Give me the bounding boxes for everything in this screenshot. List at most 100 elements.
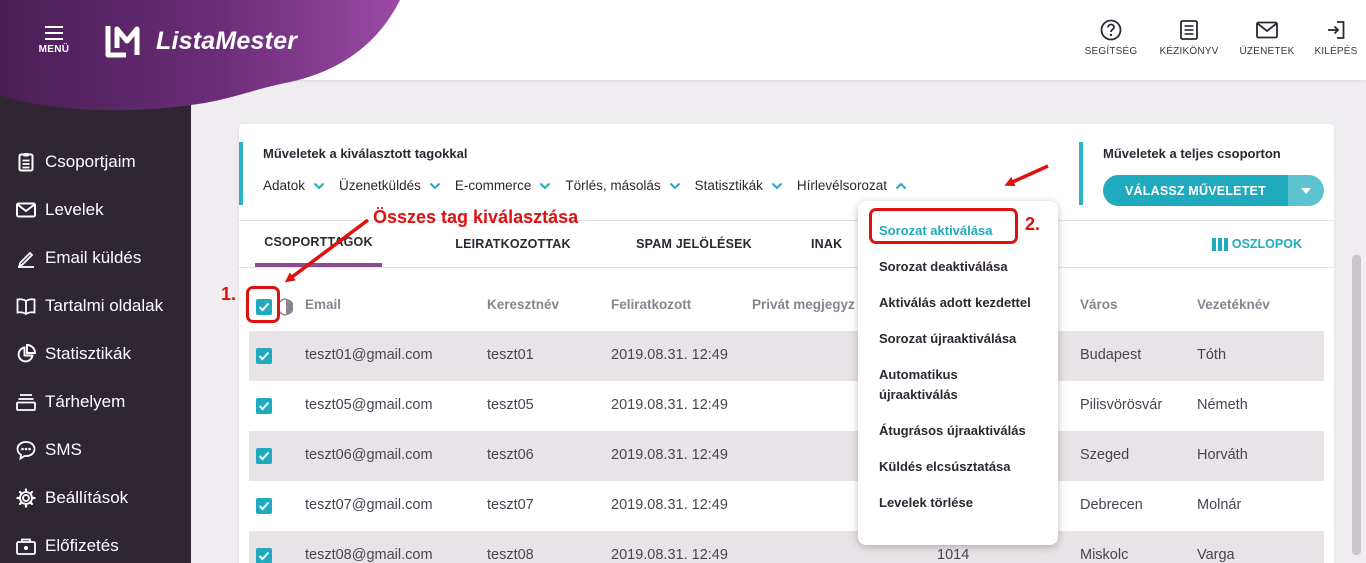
table-row[interactable]: teszt01@gmail.com teszt01 2019.08.31. 12… xyxy=(249,331,1324,381)
ops-item-statisztikak[interactable]: Statisztikák xyxy=(695,178,783,193)
envelope-icon xyxy=(16,200,36,220)
choose-operation-dropdown[interactable] xyxy=(1287,175,1324,206)
menu-item-sorozat-ujraaktivalasa[interactable]: Sorozat újraaktiválása xyxy=(858,321,1058,357)
checkmark-icon xyxy=(258,501,270,511)
ops-item-torles-masolas[interactable]: Törlés, másolás xyxy=(565,178,680,193)
manual-icon xyxy=(1150,18,1228,42)
choose-operation-label: VÁLASSZ MŰVELETET xyxy=(1103,175,1288,206)
menu-item-kuldes-elcsusztatasa[interactable]: Küldés elcsúsztatása xyxy=(858,449,1058,485)
manual-button[interactable]: KÉZIKÖNYV xyxy=(1150,18,1228,57)
menu-label: MENÜ xyxy=(38,44,70,55)
sidebar-item-sms[interactable]: SMS xyxy=(0,426,191,474)
cell-city: Budapest xyxy=(1080,347,1142,363)
menu-item-levelek-torlese[interactable]: Levelek törlése xyxy=(858,485,1058,521)
table-row[interactable]: teszt05@gmail.com teszt05 2019.08.31. 12… xyxy=(249,381,1324,431)
sidebar-nav: Csoportjaim Levelek Email küldés Tartalm… xyxy=(0,138,191,563)
cell-email: teszt06@gmail.com xyxy=(305,447,433,463)
ops-item-adatok[interactable]: Adatok xyxy=(263,178,325,193)
cell-email: teszt05@gmail.com xyxy=(305,397,433,413)
chevron-down-icon xyxy=(313,182,325,189)
row-checkbox[interactable] xyxy=(256,448,272,464)
step1-annotation: 1. xyxy=(221,284,237,304)
menu-item-aktivalas-adott-kezdettel[interactable]: Aktiválás adott kezdettel xyxy=(858,285,1058,321)
row-checkbox[interactable] xyxy=(256,398,272,414)
tab-spam-jelolesek[interactable]: SPAM JELÖLÉSEK xyxy=(629,221,759,267)
col-keresztnev[interactable]: Keresztnév xyxy=(487,297,559,312)
chevron-up-icon xyxy=(895,182,907,189)
cell-subscribed: 2019.08.31. 12:49 xyxy=(611,347,728,363)
sidebar-item-label: Levelek xyxy=(45,200,104,219)
sidebar-item-levelek[interactable]: Levelek xyxy=(0,186,191,234)
envelope-icon xyxy=(1228,18,1306,42)
sidebar-item-label: Beállítások xyxy=(45,488,129,507)
messages-button[interactable]: ÜZENETEK xyxy=(1228,18,1306,57)
sidebar-item-label: SMS xyxy=(45,440,82,459)
select-all-annotation: Összes tag kiválasztása xyxy=(373,207,579,227)
row-checkbox[interactable] xyxy=(256,548,272,563)
cell-last-name: Horváth xyxy=(1197,447,1248,463)
book-icon xyxy=(16,296,36,316)
col-feliratkozott[interactable]: Feliratkozott xyxy=(611,297,691,312)
tab-csoporttagok[interactable]: CSOPORTTAGOK xyxy=(255,221,382,267)
sidebar-item-tarhelyem[interactable]: Tárhelyem xyxy=(0,378,191,426)
group-operations: Műveletek a teljes csoporton VÁLASSZ MŰV… xyxy=(1079,142,1324,206)
ops-item-uzenetkuldes[interactable]: Üzenetküldés xyxy=(339,178,441,193)
cell-email: teszt01@gmail.com xyxy=(305,347,433,363)
activate-highlight xyxy=(869,208,1018,244)
table-row[interactable]: teszt06@gmail.com teszt06 2019.08.31. 12… xyxy=(249,431,1324,481)
ops-item-ecommerce[interactable]: E-commerce xyxy=(455,178,552,193)
sidebar-item-tartalmi-oldalak[interactable]: Tartalmi oldalak xyxy=(0,282,191,330)
columns-button[interactable]: OSZLOPOK xyxy=(1211,237,1302,251)
scrollbar[interactable] xyxy=(1352,255,1361,555)
sidebar-item-elofizetes[interactable]: Előfizetés xyxy=(0,522,191,563)
manual-label: KÉZIKÖNYV xyxy=(1159,46,1219,57)
sidebar-item-statisztikak[interactable]: Statisztikák xyxy=(0,330,191,378)
sidebar-item-label: Tárhelyem xyxy=(45,392,126,411)
cell-city: Pilisvörösvár xyxy=(1080,397,1163,413)
selected-operations: Műveletek a kiválasztott tagokkal Adatok… xyxy=(239,142,921,205)
ops-item-hirlevelsorozat[interactable]: Hírlevélsorozat xyxy=(797,178,907,193)
sidebar-item-csoportjaim[interactable]: Csoportjaim xyxy=(0,138,191,186)
sidebar-item-label: Csoportjaim xyxy=(45,152,136,171)
help-button[interactable]: SEGÍTSÉG xyxy=(1072,18,1150,57)
sidebar-item-label: Statisztikák xyxy=(45,344,131,363)
choose-operation-button[interactable]: VÁLASSZ MŰVELETET xyxy=(1103,175,1324,206)
step2-annotation: 2. xyxy=(1025,214,1041,234)
chevron-down-icon xyxy=(669,182,680,189)
checkmark-icon xyxy=(258,451,270,461)
chat-bubble-icon xyxy=(16,440,36,460)
logout-label: KILÉPÉS xyxy=(1314,46,1358,57)
row-checkbox[interactable] xyxy=(256,348,272,364)
newsletter-series-dropdown: Sorozat aktiválása Sorozat deaktiválása … xyxy=(858,201,1058,545)
logout-button[interactable]: KILÉPÉS xyxy=(1306,18,1366,57)
cell-last-name: Németh xyxy=(1197,397,1248,413)
tab-inaktiv[interactable]: INAK xyxy=(811,221,861,267)
menu-item-atugrasos-ujraaktivalas[interactable]: Átugrásos újraaktiválás xyxy=(858,413,1058,449)
table-row[interactable]: teszt08@gmail.com teszt08 2019.08.31. 12… xyxy=(249,531,1324,563)
row-checkbox[interactable] xyxy=(256,498,272,514)
table-row[interactable]: teszt07@gmail.com teszt07 2019.08.31. 12… xyxy=(249,481,1324,531)
col-varos[interactable]: Város xyxy=(1080,297,1118,312)
storage-icon xyxy=(16,392,36,412)
group-operations-title: Műveletek a teljes csoporton xyxy=(1103,146,1281,161)
sidebar-item-beallitasok[interactable]: Beállítások xyxy=(0,474,191,522)
cell-first-name: teszt08 xyxy=(487,547,534,563)
menu-item-automatikus-ujraaktivalas[interactable]: Automatikus újraaktiválás xyxy=(858,357,1058,413)
chevron-down-icon xyxy=(540,182,551,189)
cell-email: teszt08@gmail.com xyxy=(305,547,433,563)
sidebar-item-label: Email küldés xyxy=(45,248,142,267)
selected-operations-menu: Adatok Üzenetküldés E-commerce Törlés, m… xyxy=(263,178,921,193)
cell-first-name: teszt01 xyxy=(487,347,534,363)
sidebar-item-email-kuldes[interactable]: Email küldés xyxy=(0,234,191,282)
menu-item-sorozat-deaktivalasa[interactable]: Sorozat deaktiválása xyxy=(858,249,1058,285)
hamburger-icon xyxy=(36,26,72,40)
sidebar-item-label: Előfizetés xyxy=(45,536,119,555)
selected-operations-title: Műveletek a kiválasztott tagokkal xyxy=(263,146,468,161)
help-label: SEGÍTSÉG xyxy=(1084,46,1138,57)
pie-chart-icon xyxy=(16,344,36,364)
col-email[interactable]: Email xyxy=(305,297,341,312)
col-vezeteknev[interactable]: Vezetéknév xyxy=(1197,297,1270,312)
menu-button[interactable]: MENÜ xyxy=(36,26,72,55)
info-icon[interactable] xyxy=(279,298,293,316)
col-privat-megjegyzes[interactable]: Privát megjegyz xyxy=(752,297,855,312)
